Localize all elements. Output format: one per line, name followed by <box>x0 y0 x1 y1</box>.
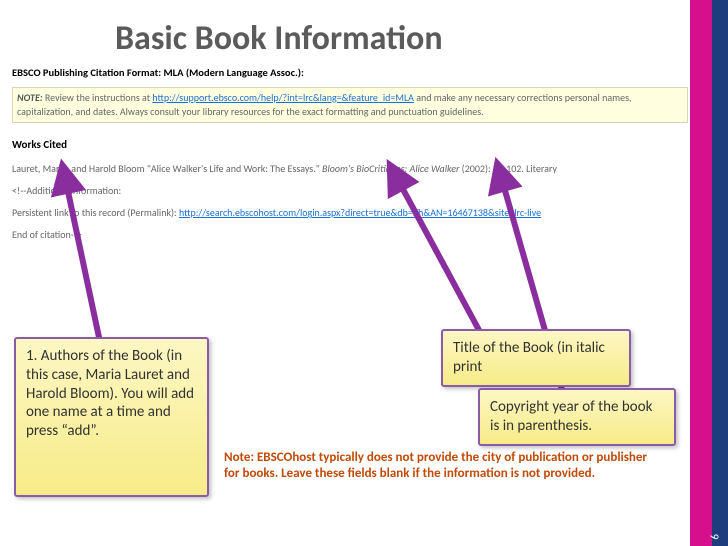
callout-copyright: Copyright year of the book is in parenth… <box>478 388 676 446</box>
citation-pre: Lauret, Maria, and Harold Bloom "Alice W… <box>12 162 322 175</box>
permalink-line: Persistent link to this record (Permalin… <box>12 206 688 220</box>
citation-line: Lauret, Maria, and Harold Bloom "Alice W… <box>12 162 688 176</box>
note-banner: NOTE: Review the instructions at http://… <box>12 87 688 123</box>
note-text-pre: Review the instructions at <box>43 91 153 104</box>
permalink-label: Persistent link to this record (Permalin… <box>12 206 179 219</box>
additional-info-close: End of citation--> <box>12 228 688 242</box>
permalink-url[interactable]: http://search.ebscohost.com/login.aspx?d… <box>179 206 541 219</box>
additional-info-open: <!--Additional Information: <box>12 184 688 198</box>
note-link[interactable]: http://support.ebsco.com/help/?int=lrc&l… <box>152 91 414 104</box>
sidebar-stripes <box>690 0 728 546</box>
callout-title: Title of the Book (in italic print <box>441 329 631 387</box>
footnote: Note: EBSCOhost typically does not provi… <box>224 450 664 483</box>
stripe-blue <box>712 0 728 546</box>
slide: 6 Basic Book Information EBSCO Publishin… <box>0 0 728 546</box>
page-title: Basic Book Information <box>115 18 443 59</box>
citation-post: (2002): 75-102. Literary <box>459 162 557 175</box>
citation-italic: Bloom's BioCritiques: Alice Walker <box>322 162 459 175</box>
ebsco-header: EBSCO Publishing Citation Format: MLA (M… <box>12 64 688 85</box>
ebsco-citation-block: EBSCO Publishing Citation Format: MLA (M… <box>12 64 688 242</box>
page-number: 6 <box>709 534 722 540</box>
callout-authors: 1. Authors of the Book (in this case, Ma… <box>14 337 209 497</box>
note-label: NOTE: <box>17 91 43 104</box>
works-cited-heading: Works Cited <box>12 137 688 152</box>
stripe-pink <box>690 0 712 546</box>
